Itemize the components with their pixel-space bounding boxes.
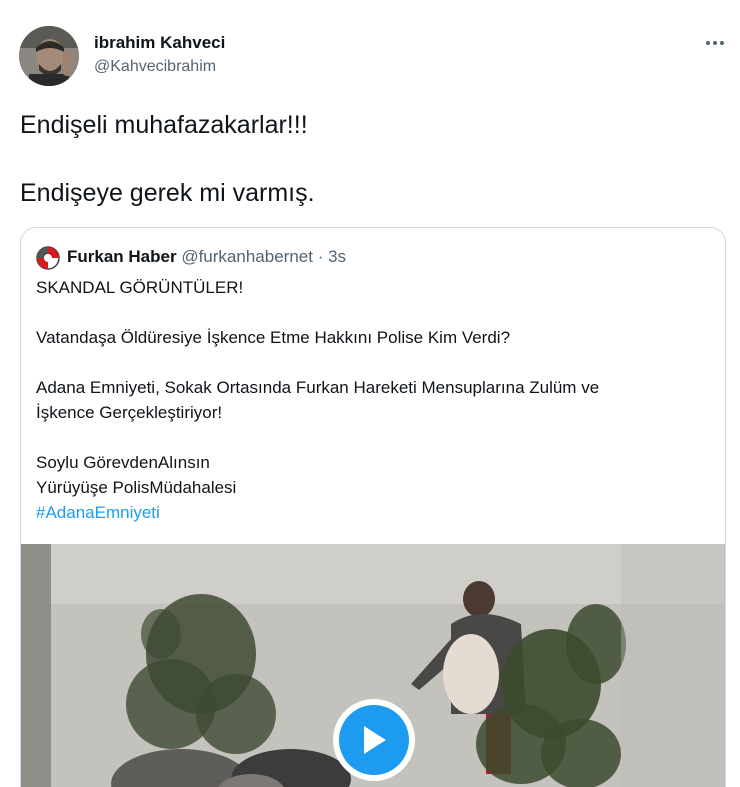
quoted-text-line: İşkence Gerçekleştiriyor! bbox=[36, 403, 223, 422]
quoted-text-line: Vatandaşa Öldüresiye İşkence Etme Hakkın… bbox=[36, 328, 511, 347]
quoted-separator: · bbox=[317, 247, 324, 266]
tweet-text: Endişeli muhafazakarlar!!! Endişeye gere… bbox=[20, 108, 710, 210]
quoted-text-line: Yürüyüşe PolisMüdahalesi bbox=[36, 478, 237, 497]
author-name[interactable]: ibrahim Kahveci bbox=[94, 33, 225, 53]
quoted-text-line: Adana Emniyeti, Sokak Ortasında Furkan H… bbox=[36, 378, 600, 397]
tweet: ibrahim Kahveci @Kahvecibrahim Endişeli … bbox=[0, 0, 740, 787]
author-avatar[interactable] bbox=[19, 26, 79, 86]
furkan-haber-logo bbox=[36, 246, 60, 270]
quoted-text-line: Soylu GörevdenAlınsın bbox=[36, 453, 210, 472]
quoted-author-avatar[interactable] bbox=[36, 246, 60, 270]
quoted-tweet[interactable]: Furkan Haber @furkanhabernet · 3s SKANDA… bbox=[20, 227, 726, 787]
play-button[interactable] bbox=[333, 699, 415, 781]
quoted-author-handle[interactable]: @furkanhabernet bbox=[181, 247, 313, 266]
tweet-text-line: Endişeye gerek mi varmış. bbox=[20, 179, 315, 207]
quoted-author-name[interactable]: Furkan Haber bbox=[67, 247, 177, 266]
video-thumbnail[interactable] bbox=[21, 544, 725, 787]
more-horizontal-icon bbox=[706, 41, 724, 45]
quoted-hashtag[interactable]: #AdanaEmniyeti bbox=[36, 500, 706, 525]
author-handle[interactable]: @Kahvecibrahim bbox=[94, 58, 216, 76]
more-options-button[interactable] bbox=[700, 30, 730, 56]
play-icon bbox=[364, 726, 386, 754]
quoted-text-line: SKANDAL GÖRÜNTÜLER! bbox=[36, 278, 244, 297]
quoted-text: SKANDAL GÖRÜNTÜLER! Vatandaşa Öldüresiye… bbox=[36, 275, 706, 525]
avatar-photo bbox=[19, 26, 79, 86]
play-button-fill bbox=[339, 705, 409, 775]
quoted-timestamp[interactable]: 3s bbox=[328, 247, 346, 266]
tweet-text-line: Endişeli muhafazakarlar!!! bbox=[20, 111, 308, 139]
quoted-header: Furkan Haber @furkanhabernet · 3s bbox=[67, 247, 346, 267]
